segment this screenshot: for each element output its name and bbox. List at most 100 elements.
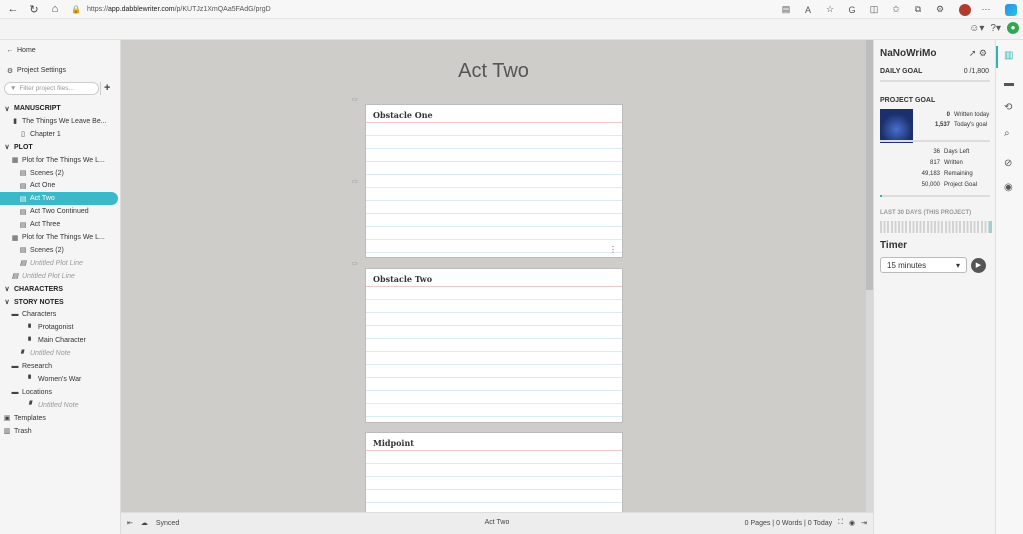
tree-section[interactable]: ∨ CHARACTERS <box>0 283 121 296</box>
tree-item[interactable]: ▤ Act One <box>0 179 121 192</box>
tree-item[interactable]: ▮ The Things We Leave Be... <box>0 115 121 128</box>
tree-item-label: PLOT <box>14 143 33 151</box>
eye-icon[interactable]: ◉ <box>1004 182 1013 193</box>
address-bar[interactable]: 🔒 https://app.dabblewriter.com/p/KUTJz1X… <box>71 2 711 16</box>
find-icon[interactable]: ⌕ <box>1004 128 1010 139</box>
plot-card[interactable]: Obstacle Two <box>365 268 623 423</box>
extensions-icon[interactable]: ⚙ <box>931 4 949 15</box>
project-settings-link[interactable]: ⚙ Project Settings <box>0 64 121 77</box>
tree-item[interactable]: ▤ Untitled Plot Line <box>0 270 121 283</box>
lock-icon: 🔒 <box>71 4 81 14</box>
tree-item[interactable]: ▘ Untitled Note <box>0 347 121 360</box>
add-file-button[interactable]: + <box>104 82 110 94</box>
fullscreen-icon[interactable]: ⛶ <box>838 519 843 527</box>
comments-icon[interactable]: ▬ <box>1004 78 1014 89</box>
tree-item[interactable]: ▤ Act Two <box>0 192 118 206</box>
play-icon[interactable]: ▶ <box>971 258 986 273</box>
gear-icon[interactable]: ⚙ <box>979 48 987 58</box>
chapter-icon: ▯ <box>21 131 25 139</box>
project-goal-total-label: Project Goal <box>944 182 978 188</box>
card-menu-icon[interactable]: ⋮ <box>609 245 617 254</box>
refresh-icon[interactable]: ↻ <box>26 1 42 17</box>
url-prefix: https:// <box>87 5 109 13</box>
days-left-value: 36 <box>933 149 940 155</box>
tree-item[interactable]: ▦ Plot for The Things We L... <box>0 231 121 244</box>
tree-section[interactable]: ∨ PLOT <box>0 141 121 154</box>
home-icon[interactable]: ⌂ <box>47 1 63 17</box>
book-cover-image <box>880 109 913 143</box>
plot-card[interactable]: Midpoint <box>365 432 623 512</box>
tree-item[interactable]: ▬ Locations <box>0 386 121 399</box>
back-icon[interactable]: ← <box>5 1 21 17</box>
tree-item[interactable]: ▥ Trash <box>0 425 121 438</box>
read-aloud-icon[interactable]: A <box>799 5 817 15</box>
eye-icon[interactable]: ◉ <box>849 519 855 527</box>
tree-item[interactable]: ▤ Act Three <box>0 218 121 231</box>
tree-item[interactable]: ▣ Templates <box>0 412 121 425</box>
tree-item[interactable]: ▘ Protagonist <box>0 321 121 334</box>
tree-item[interactable]: ▦ Plot for The Things We L... <box>0 154 121 167</box>
tree-item-label: Act Three <box>30 221 61 229</box>
card-title[interactable]: Obstacle Two <box>366 269 622 287</box>
copilot-icon[interactable] <box>1005 3 1017 16</box>
chevron-down-icon: ∨ <box>4 144 10 152</box>
template-icon: ▣ <box>3 415 11 423</box>
refresh-extension-icon[interactable]: G <box>843 5 861 15</box>
plot-card[interactable]: Obstacle One ⋮ <box>365 104 623 258</box>
card-title[interactable]: Obstacle One <box>366 105 622 123</box>
drag-handle-icon[interactable]: ▭ <box>352 96 358 103</box>
plot-canvas[interactable]: Act Two ▭ Obstacle One ⋮ ▭ ▭ Obstacle Tw… <box>121 40 866 512</box>
chevron-down-icon: ▾ <box>955 261 960 270</box>
home-link[interactable]: ← Home <box>0 44 121 57</box>
more-icon[interactable]: ⋯ <box>977 4 995 15</box>
account-icon[interactable]: ☺▾ <box>969 23 984 34</box>
card-title[interactable]: Midpoint <box>366 433 622 451</box>
profile-avatar[interactable] <box>959 3 971 16</box>
tree-item[interactable]: ▯ Chapter 1 <box>0 128 121 141</box>
drag-handle-icon[interactable]: ▭ <box>352 260 358 267</box>
tree-item[interactable]: ▬ Characters <box>0 308 121 321</box>
timer-select[interactable]: 15 minutes ▾ <box>880 257 967 273</box>
status-icon[interactable]: ● <box>1007 22 1019 34</box>
card-body[interactable] <box>366 287 622 422</box>
card-body[interactable] <box>366 123 622 257</box>
goals-panel: NaNoWriMo ➚ ⚙ DAILY GOAL 0 /1,800 PROJEC… <box>873 40 995 534</box>
plot-line-icon: ▤ <box>19 182 27 190</box>
url-path: /p/KUTJz1XmQAa5FAdG/prgD <box>174 5 271 13</box>
url-host: app.dabblewriter.com <box>108 5 175 13</box>
collections-icon[interactable]: ⧉ <box>909 4 927 15</box>
project-goal-value: 50,000 <box>921 182 940 188</box>
tree-item[interactable]: ▤ Untitled Plot Line <box>0 257 121 270</box>
reader-icon[interactable]: ▤ <box>777 4 795 15</box>
history-icon[interactable]: ⟲ <box>1004 102 1012 113</box>
status-bar: ⇤ ☁ Synced Act Two 0 Pages | 0 Words | 0… <box>121 512 873 534</box>
tree-item[interactable]: ▤ Scenes (2) <box>0 244 121 257</box>
home-label: Home <box>17 47 36 54</box>
tree-item[interactable]: ▤ Scenes (2) <box>0 167 121 180</box>
page-title: Act Two <box>458 60 529 82</box>
share-icon[interactable]: ➚ <box>969 48 977 58</box>
help-icon[interactable]: ?▾ <box>990 23 1001 34</box>
book-icon: ▮ <box>13 118 17 126</box>
tree-item[interactable]: ▘ Untitled Note <box>0 399 121 412</box>
plot-line-icon: ▤ <box>19 170 27 177</box>
drag-handle-icon[interactable]: ▭ <box>352 178 358 185</box>
word-counts[interactable]: 0 Pages | 0 Words | 0 Today <box>745 520 832 527</box>
tree-item[interactable]: ▬ Research <box>0 360 121 373</box>
today-progress-bar <box>880 140 990 142</box>
scrollbar-thumb[interactable] <box>866 40 873 290</box>
no-comments-icon[interactable]: ⊘ <box>1004 158 1012 169</box>
stats-icon[interactable]: ▥ <box>1004 50 1013 61</box>
split-screen-icon[interactable]: ◫ <box>865 4 883 15</box>
tree-item[interactable]: ▤ Act Two Continued <box>0 205 121 218</box>
favorite-icon[interactable]: ☆ <box>821 4 839 15</box>
tree-item-label: Act Two <box>30 195 55 203</box>
card-body[interactable] <box>366 451 622 512</box>
tree-section[interactable]: ∨ MANUSCRIPT <box>0 102 121 115</box>
favorites-icon[interactable]: ✩ <box>887 4 905 15</box>
tree-item[interactable]: ▘ Women's War <box>0 373 121 386</box>
collapse-right-icon[interactable]: ⇥ <box>861 519 867 527</box>
filter-input[interactable]: ▼ Filter project files... <box>4 82 99 95</box>
tree-section[interactable]: ∨ STORY NOTES <box>0 296 121 309</box>
tree-item[interactable]: ▘ Main Character <box>0 334 121 347</box>
